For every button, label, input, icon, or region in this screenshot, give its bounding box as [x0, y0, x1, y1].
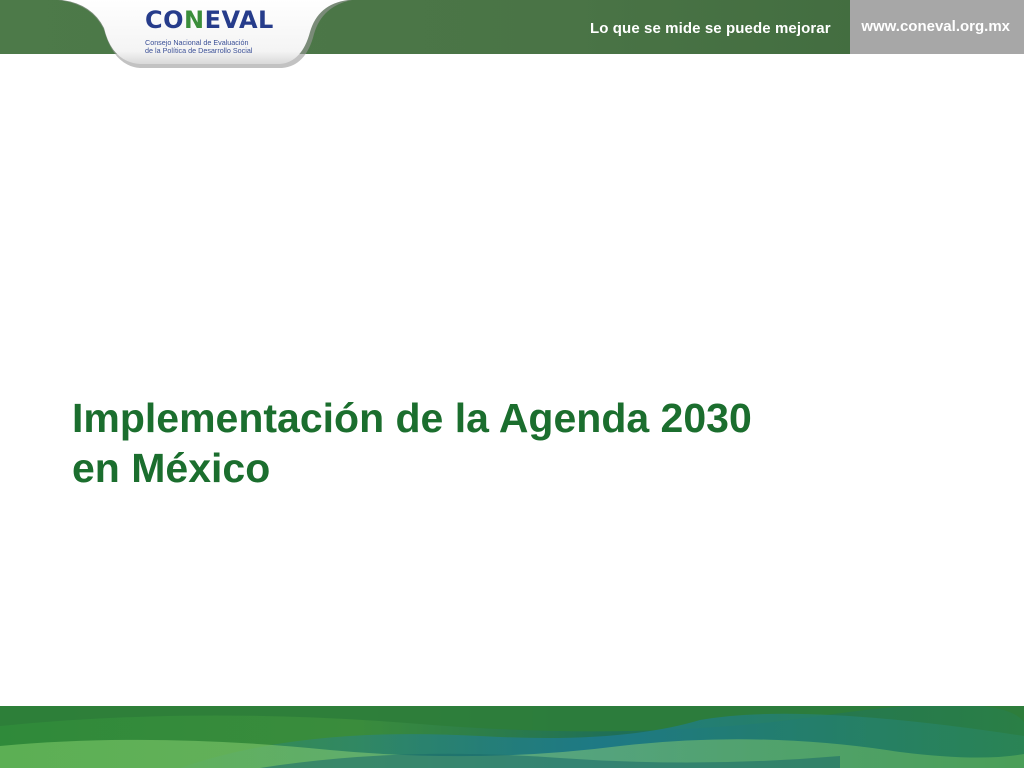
logo-wordmark-part-1: CO [145, 6, 185, 34]
logo-subtitle: Consejo Nacional de Evaluación de la Pol… [145, 39, 252, 55]
bottom-decorative-band [0, 706, 1024, 768]
header-tagline: Lo que se mide se puede mejorar [590, 20, 831, 37]
slide-title: Implementación de la Agenda 2030 en Méxi… [72, 393, 952, 493]
logo-wordmark-part-2: N [184, 6, 205, 34]
logo-subtitle-line-2: de la Política de Desarrollo Social [145, 46, 253, 55]
logo-wordmark: CONEVAL [145, 6, 274, 34]
bottom-wave-graphic [0, 706, 1024, 768]
slide-title-line-2: en México [72, 445, 271, 491]
slide: Lo que se mide se puede mejorar www.cone… [0, 0, 1024, 768]
slide-title-line-1: Implementación de la Agenda 2030 [72, 395, 752, 441]
logo-wordmark-part-3: EVAL [204, 6, 274, 34]
header-website: www.coneval.org.mx [861, 18, 1010, 35]
